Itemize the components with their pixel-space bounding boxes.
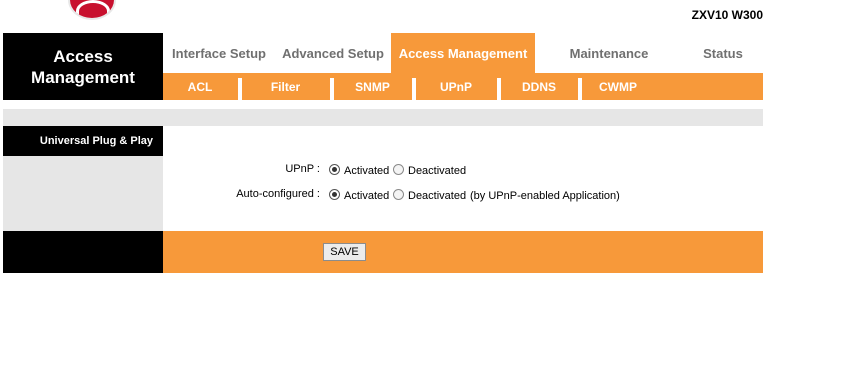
tab-advanced-setup[interactable]: Advanced Setup bbox=[275, 33, 391, 73]
subtab-acl[interactable]: ACL bbox=[163, 73, 237, 100]
tab-interface-setup[interactable]: Interface Setup bbox=[163, 33, 275, 73]
subtab-filter[interactable]: Filter bbox=[242, 73, 329, 100]
model-name: ZXV10 W300 bbox=[691, 8, 763, 22]
auto-configured-deactivated-label: Deactivated bbox=[408, 190, 467, 202]
tab-maintenance[interactable]: Maintenance bbox=[535, 33, 683, 73]
brand-logo bbox=[68, 0, 116, 20]
section-label: Universal Plug & Play bbox=[3, 126, 163, 156]
footer-action-bar bbox=[163, 231, 763, 273]
header-divider-bar bbox=[3, 109, 763, 126]
auto-configured-deactivated-radio[interactable] bbox=[393, 189, 404, 200]
auto-configured-label: Auto-configured : bbox=[236, 188, 320, 200]
upnp-activated-label: Activated bbox=[344, 165, 390, 177]
upnp-deactivated-label: Deactivated bbox=[408, 165, 467, 177]
auto-configured-activated-radio[interactable] bbox=[329, 189, 340, 200]
upnp-label: UPnP : bbox=[285, 163, 320, 175]
left-panel bbox=[3, 156, 163, 231]
subtab-ddns[interactable]: DDNS bbox=[501, 73, 577, 100]
auto-configured-note: (by UPnP-enabled Application) bbox=[470, 190, 620, 202]
sub-nav: ACL Filter SNMP UPnP DDNS CWMP bbox=[163, 73, 763, 100]
subtab-cwmp[interactable]: CWMP bbox=[582, 73, 654, 100]
tab-access-management[interactable]: Access Management bbox=[391, 33, 535, 73]
subtab-upnp[interactable]: UPnP bbox=[416, 73, 496, 100]
logo-mark bbox=[76, 0, 110, 18]
upnp-activated-radio[interactable] bbox=[329, 164, 340, 175]
section-title: Access Management bbox=[3, 33, 163, 100]
subtab-snmp[interactable]: SNMP bbox=[334, 73, 411, 100]
auto-configured-activated-label: Activated bbox=[344, 190, 390, 202]
upnp-deactivated-radio[interactable] bbox=[393, 164, 404, 175]
footer-left-block bbox=[3, 231, 163, 273]
main-nav: Interface Setup Advanced Setup Access Ma… bbox=[163, 33, 763, 73]
tab-status[interactable]: Status bbox=[683, 33, 763, 73]
save-button[interactable]: SAVE bbox=[323, 243, 366, 261]
